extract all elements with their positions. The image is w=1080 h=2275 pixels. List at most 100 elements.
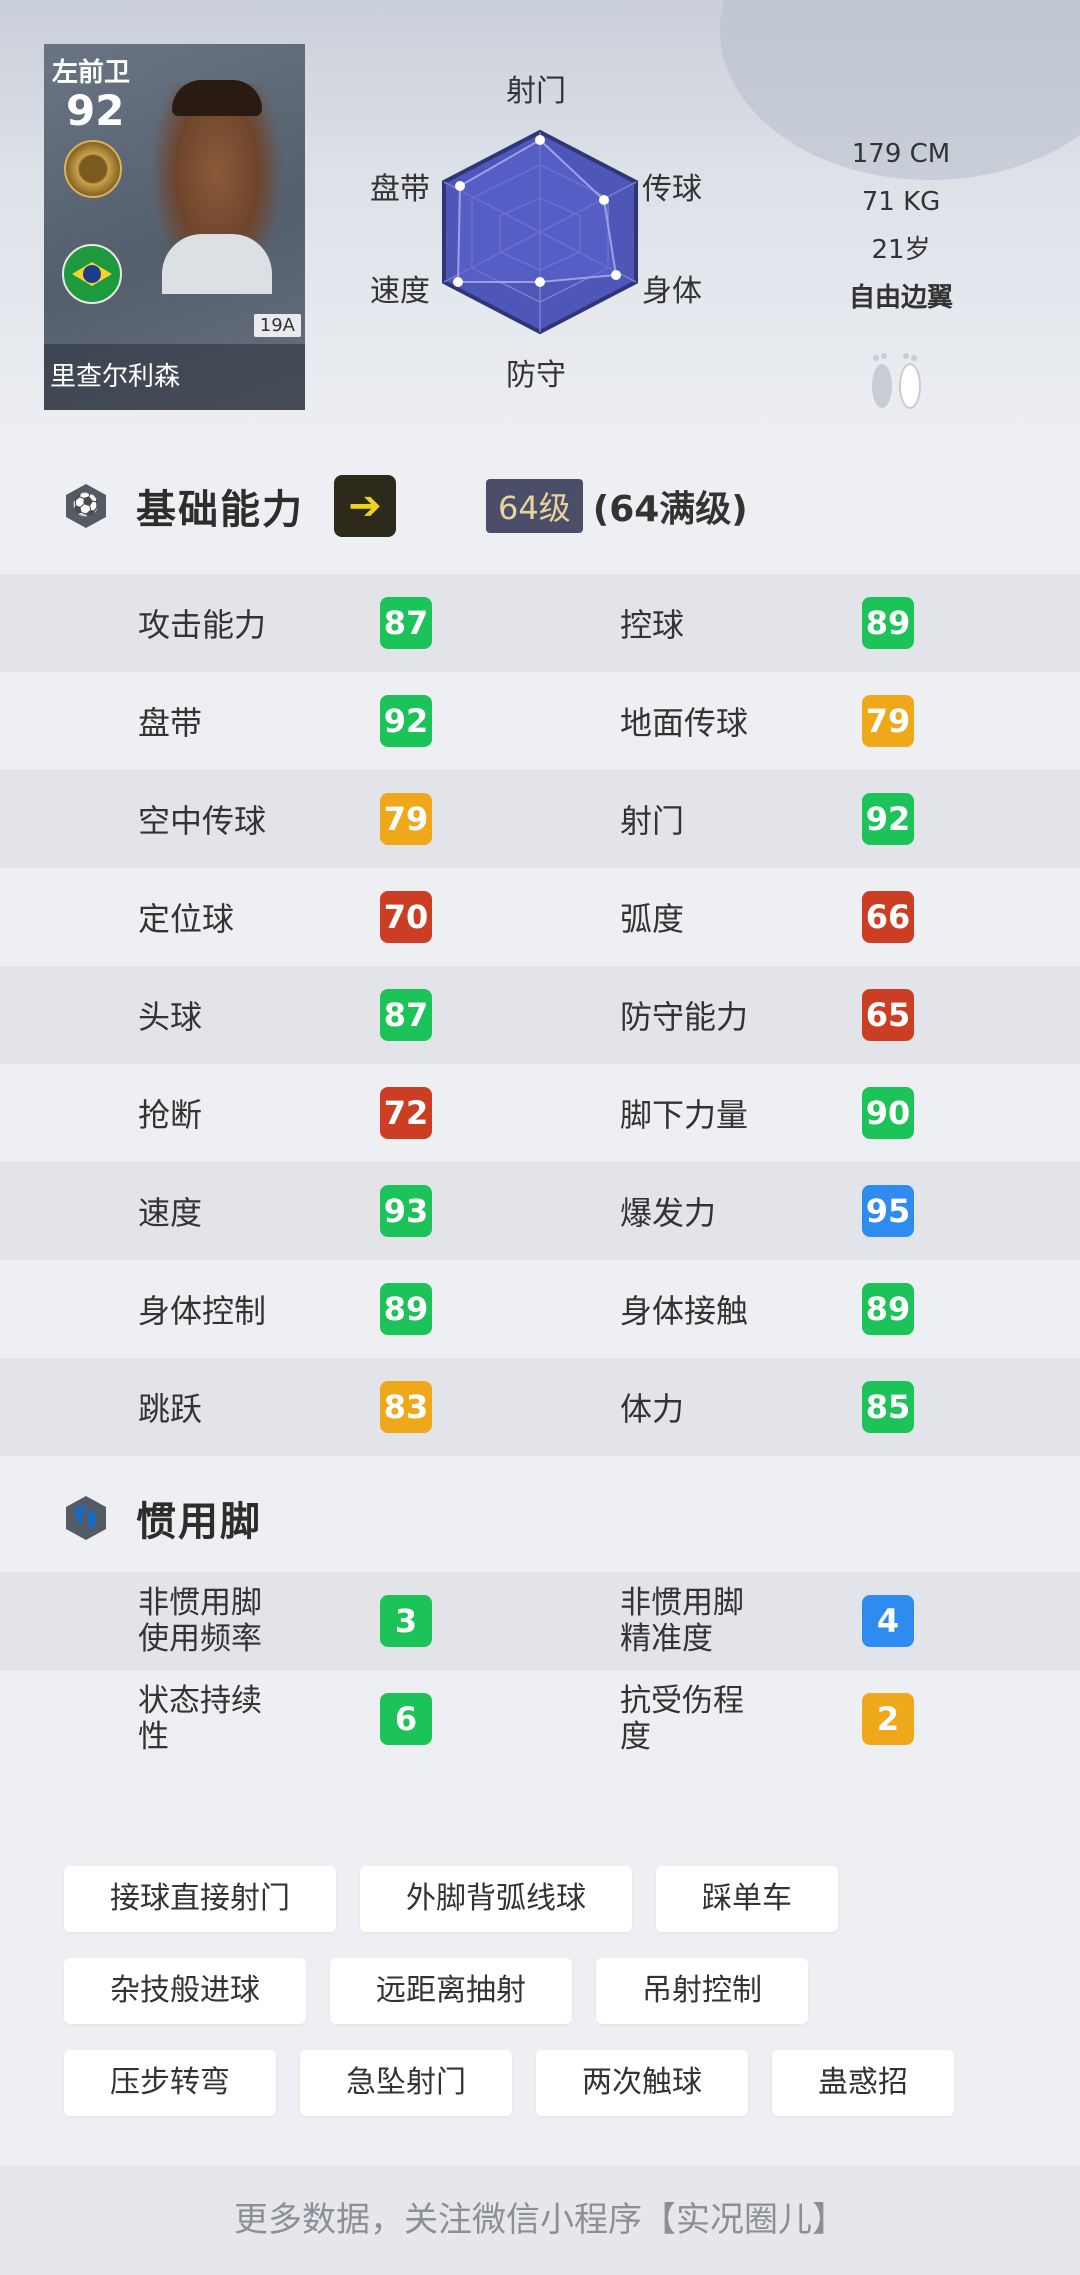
stat-name: 跳跃 xyxy=(138,1390,203,1428)
base-ability-header: ⚽ 基础能力 ➔ 64级 (64满级) xyxy=(66,474,748,538)
skill-tag[interactable]: 踩单车 xyxy=(656,1866,838,1932)
skill-tag[interactable]: 蛊惑招 xyxy=(772,2050,954,2116)
stat-name: 身体控制 xyxy=(138,1292,267,1330)
stat-r-7: 身体接触 89 xyxy=(620,1283,914,1335)
skill-tag[interactable]: 杂技般进球 xyxy=(64,1958,306,2024)
level-badge[interactable]: 64级 xyxy=(486,479,583,533)
card-version: 19A xyxy=(253,314,301,337)
stat-name: 身体接触 xyxy=(620,1292,749,1330)
ability-hex-icon: ⚽ xyxy=(66,484,106,528)
stat-value-badge: 3 xyxy=(380,1595,432,1647)
stat-l-0: 攻击能力 87 xyxy=(138,597,432,649)
skill-tag[interactable]: 远距离抽射 xyxy=(330,1958,572,2024)
card-position: 左前卫 xyxy=(52,58,131,88)
stat-value-badge: 65 xyxy=(862,989,914,1041)
radar-point-speed xyxy=(453,277,463,287)
stat-value-badge: 79 xyxy=(380,793,432,845)
skill-tag[interactable]: 急坠射门 xyxy=(300,2050,512,2116)
foot-hex-icon: 👣 xyxy=(66,1496,106,1540)
stat-l-6: 速度 93 xyxy=(138,1185,432,1237)
stat-value-badge: 90 xyxy=(862,1087,914,1139)
foot-row: 非惯用脚 使用频率 3 非惯用脚 精准度 4 xyxy=(0,1572,1080,1670)
brazil-flag-icon xyxy=(62,244,122,304)
stat-name: 爆发力 xyxy=(620,1194,717,1232)
stat-name: 速度 xyxy=(138,1194,203,1232)
stat-name: 控球 xyxy=(620,606,685,644)
stat-value-badge: 4 xyxy=(862,1595,914,1647)
stat-value-badge: 79 xyxy=(862,695,914,747)
player-physical-info: 179 CM 71 KG 21岁 自由边翼 xyxy=(796,130,1006,322)
stat-name: 非惯用脚 使用频率 xyxy=(138,1585,262,1657)
player-card[interactable]: 左前卫 92 19A 里查尔利森 xyxy=(44,44,305,410)
stat-name: 防守能力 xyxy=(620,998,749,1036)
radar-point-physical xyxy=(611,270,621,280)
foot-table: 非惯用脚 使用频率 3 非惯用脚 精准度 4 状态持续 性 6 抗受伤程 度 2 xyxy=(0,1572,1080,1768)
stat-l-1: 盘带 92 xyxy=(138,695,432,747)
card-overall: 92 xyxy=(66,86,125,135)
stat-r-3: 弧度 66 xyxy=(620,891,914,943)
stat-value-badge: 72 xyxy=(380,1087,432,1139)
stat-name: 体力 xyxy=(620,1390,685,1428)
player-photo xyxy=(152,80,282,294)
foot-l-1: 状态持续 性 6 xyxy=(138,1683,432,1755)
player-height: 179 CM xyxy=(851,139,951,169)
stat-l-7: 身体控制 89 xyxy=(138,1283,432,1335)
stat-value-badge: 89 xyxy=(380,1283,432,1335)
stat-value-badge: 95 xyxy=(862,1185,914,1237)
stat-name: 盘带 xyxy=(138,704,203,742)
radar-label-defense: 防守 xyxy=(506,358,566,393)
stat-name: 弧度 xyxy=(620,900,685,938)
base-ability-title: 基础能力 xyxy=(136,487,304,533)
skill-tag[interactable]: 吊射控制 xyxy=(596,1958,808,2024)
stat-value-badge: 92 xyxy=(380,695,432,747)
skill-tag[interactable]: 接球直接射门 xyxy=(64,1866,336,1932)
feet-icon xyxy=(872,353,921,409)
stat-l-3: 定位球 70 xyxy=(138,891,432,943)
stat-row: 跳跃 83 体力 85 xyxy=(0,1358,1080,1456)
radar-label-shooting: 射门 xyxy=(506,74,566,109)
player-role: 自由边翼 xyxy=(848,283,953,313)
foot-r-0: 非惯用脚 精准度 4 xyxy=(620,1585,914,1657)
stat-name: 脚下力量 xyxy=(620,1096,749,1134)
radar-label-physical: 身体 xyxy=(642,274,702,309)
stat-l-5: 抢断 72 xyxy=(138,1087,432,1139)
skill-tag[interactable]: 外脚背弧线球 xyxy=(360,1866,632,1932)
stat-row: 盘带 92 地面传球 79 xyxy=(0,672,1080,770)
stat-value-badge: 85 xyxy=(862,1381,914,1433)
player-name: 里查尔利森 xyxy=(44,344,305,410)
club-badge-icon xyxy=(64,140,122,198)
radar-label-passing: 传球 xyxy=(642,172,702,207)
radar-chart: 射门 传球 身体 防守 速度 盘带 xyxy=(340,50,740,400)
stat-row: 定位球 70 弧度 66 xyxy=(0,868,1080,966)
stat-r-1: 地面传球 79 xyxy=(620,695,914,747)
stat-name: 射门 xyxy=(620,802,685,840)
stat-value-badge: 89 xyxy=(862,1283,914,1335)
stat-value-badge: 87 xyxy=(380,989,432,1041)
stat-value-badge: 87 xyxy=(380,597,432,649)
foot-r-1: 抗受伤程 度 2 xyxy=(620,1683,914,1755)
stat-r-8: 体力 85 xyxy=(620,1381,914,1433)
stat-name: 抢断 xyxy=(138,1096,203,1134)
arrow-right-button[interactable]: ➔ xyxy=(334,475,396,537)
stat-row: 头球 87 防守能力 65 xyxy=(0,966,1080,1064)
stat-value-badge: 83 xyxy=(380,1381,432,1433)
skill-tag[interactable]: 压步转弯 xyxy=(64,2050,276,2116)
stat-value-badge: 6 xyxy=(380,1693,432,1745)
foot-header: 👣 惯用脚 xyxy=(66,1486,262,1550)
radar-point-defense xyxy=(535,277,545,287)
skill-row: 接球直接射门 外脚背弧线球 踩单车 xyxy=(64,1866,1024,1934)
stat-value-badge: 89 xyxy=(862,597,914,649)
stat-value-badge: 93 xyxy=(380,1185,432,1237)
stat-l-4: 头球 87 xyxy=(138,989,432,1041)
stat-name: 抗受伤程 度 xyxy=(620,1683,744,1755)
skill-row: 杂技般进球 远距离抽射 吊射控制 xyxy=(64,1958,1024,2026)
stat-row: 抢断 72 脚下力量 90 xyxy=(0,1064,1080,1162)
stat-row: 身体控制 89 身体接触 89 xyxy=(0,1260,1080,1358)
stat-name: 定位球 xyxy=(138,900,235,938)
stat-value-badge: 70 xyxy=(380,891,432,943)
skill-tag[interactable]: 两次触球 xyxy=(536,2050,748,2116)
stat-r-4: 防守能力 65 xyxy=(620,989,914,1041)
foot-l-0: 非惯用脚 使用频率 3 xyxy=(138,1585,432,1657)
stat-value-badge: 2 xyxy=(862,1693,914,1745)
stat-name: 状态持续 性 xyxy=(138,1683,262,1755)
